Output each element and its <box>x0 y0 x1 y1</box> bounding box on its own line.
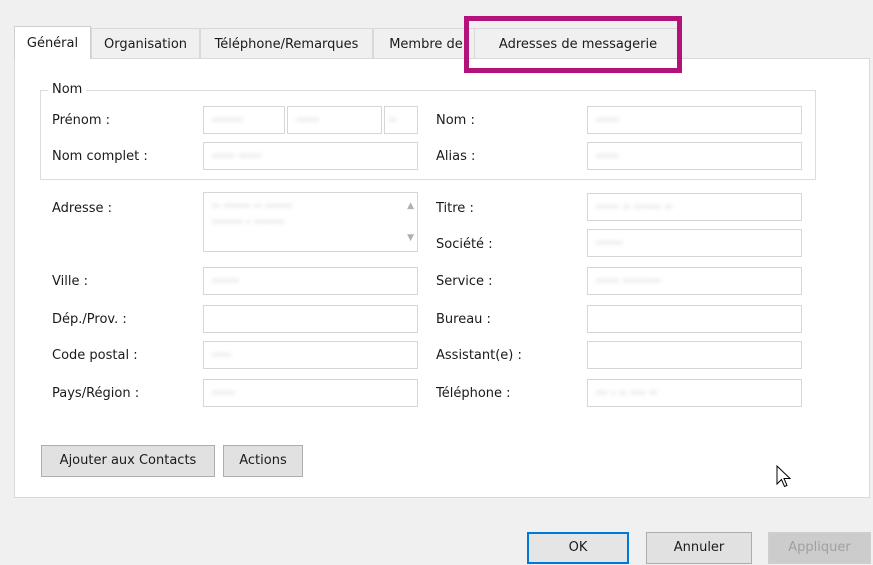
ville-label: Ville : <box>52 274 88 289</box>
titre-label: Titre : <box>436 201 474 216</box>
tab-general[interactable]: Général <box>14 26 91 59</box>
service-label: Service : <box>436 274 493 289</box>
bureau-field[interactable] <box>587 305 802 333</box>
middle-name-field[interactable]: ······ <box>287 106 382 134</box>
tab-organisation[interactable]: Organisation <box>91 28 200 59</box>
societe-field[interactable]: ······· <box>587 229 802 257</box>
assistant-field[interactable] <box>587 341 802 369</box>
pays-region-field[interactable]: ······ <box>203 379 418 407</box>
alias-label: Alias : <box>436 149 476 164</box>
highlight-box <box>464 16 682 73</box>
code-postal-field[interactable]: ····· <box>203 341 418 369</box>
prenom-field[interactable]: ········ <box>203 106 285 134</box>
mouse-pointer-icon <box>776 465 792 488</box>
dep-prov-field[interactable] <box>203 305 418 333</box>
pays-region-label: Pays/Région : <box>52 386 140 401</box>
adresse-textarea[interactable]: ·· ······· ·· ······· ········ · ·······… <box>203 192 418 252</box>
initials-field[interactable]: ·· <box>384 106 418 134</box>
tab-telephone-remarques[interactable]: Téléphone/Remarques <box>200 28 373 59</box>
scroll-up-icon[interactable]: ▲ <box>407 198 414 214</box>
nom-complet-label: Nom complet : <box>52 149 148 164</box>
ville-field[interactable]: ······· <box>203 267 418 295</box>
assistant-label: Assistant(e) : <box>436 348 522 363</box>
telephone-field[interactable]: ··· · ·· ···· ·· <box>587 379 802 407</box>
nom-complet-field[interactable]: ······ ······ <box>203 142 418 170</box>
code-postal-label: Code postal : <box>52 348 138 363</box>
prenom-label: Prénom : <box>52 113 111 128</box>
service-field[interactable]: ······ ·········· <box>587 267 802 295</box>
societe-label: Société : <box>436 237 493 252</box>
bureau-label: Bureau : <box>436 312 491 327</box>
telephone-label: Téléphone : <box>436 386 511 401</box>
adresse-label: Adresse : <box>52 201 113 216</box>
nom-field[interactable]: ······ <box>587 106 802 134</box>
apply-button[interactable]: Appliquer <box>768 532 871 564</box>
add-to-contacts-button[interactable]: Ajouter aux Contacts <box>41 445 215 477</box>
dep-prov-label: Dép./Prov. : <box>52 312 127 327</box>
titre-field[interactable]: ······ ·· ······· ·· <box>587 193 802 221</box>
name-group-title: Nom <box>48 82 87 97</box>
ok-button[interactable]: OK <box>527 532 629 564</box>
actions-button[interactable]: Actions <box>223 445 303 477</box>
nom-label: Nom : <box>436 113 475 128</box>
cancel-button[interactable]: Annuler <box>646 532 752 564</box>
scroll-down-icon[interactable]: ▼ <box>407 230 414 246</box>
alias-field[interactable]: ······ <box>587 142 802 170</box>
